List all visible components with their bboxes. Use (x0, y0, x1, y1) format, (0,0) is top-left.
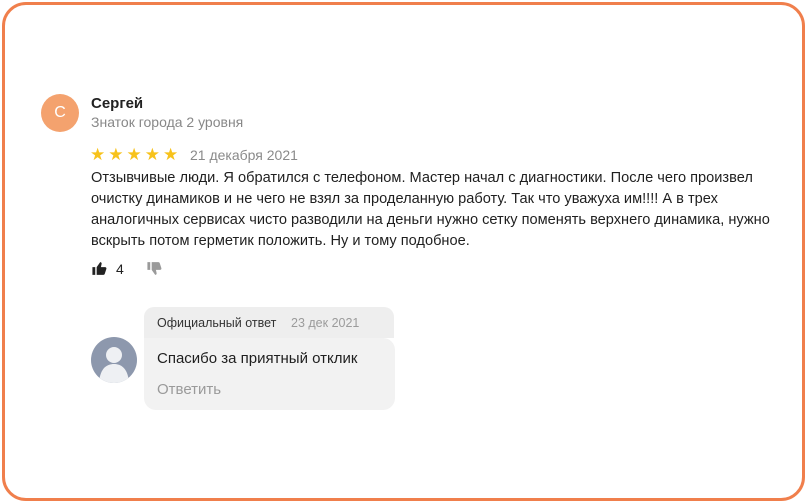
avatar-letter: С (54, 104, 66, 121)
official-reply-label: Официальный ответ (157, 316, 277, 330)
review-card: С Сергей Знаток города 2 уровня ★ ★ ★ ★ … (2, 2, 805, 501)
official-reply: Официальный ответ 23 дек 2021 Спасибо за… (144, 307, 395, 410)
review-text: Отзывчивые люди. Я обратился с телефоном… (91, 170, 770, 249)
star-icon: ★ (108, 145, 124, 164)
review-date: 21 декабря 2021 (190, 147, 298, 163)
thumbs-up-icon[interactable] (91, 260, 108, 277)
reply-date: 23 дек 2021 (291, 316, 360, 330)
star-icon: ★ (126, 145, 142, 164)
like-count: 4 (116, 260, 124, 277)
reply-text: Спасибо за приятный отклик (157, 350, 358, 367)
author-avatar[interactable]: С (41, 94, 79, 132)
reply-body: Спасибо за приятный отклик Ответить (144, 338, 395, 410)
star-icon: ★ (163, 145, 179, 164)
star-icon: ★ (144, 145, 160, 164)
thumbs-down-icon[interactable] (146, 260, 163, 277)
owner-avatar (91, 337, 137, 383)
reply-button[interactable]: Ответить (157, 381, 221, 398)
reactions: 4 (91, 260, 163, 277)
rating-stars: ★ ★ ★ ★ ★ (90, 146, 178, 163)
star-icon: ★ (90, 145, 106, 164)
person-icon (99, 347, 129, 383)
author-name[interactable]: Сергей (91, 95, 143, 112)
author-level: Знаток города 2 уровня (91, 114, 244, 130)
reply-header: Официальный ответ 23 дек 2021 (144, 307, 394, 338)
